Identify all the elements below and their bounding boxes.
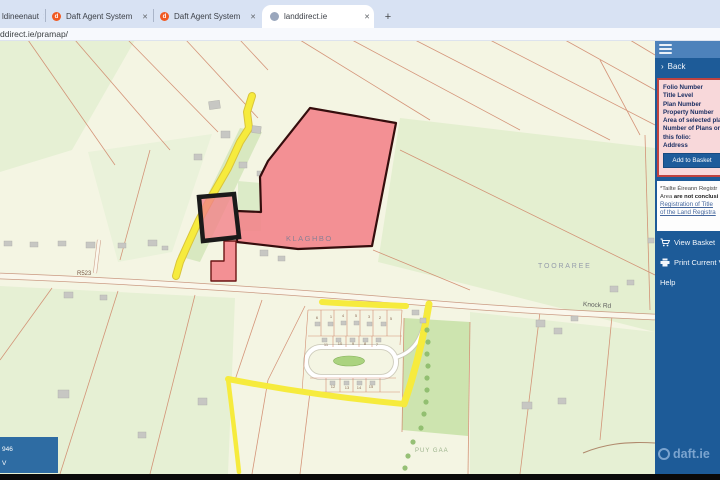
tab-2[interactable]: d Daft Agent System ✕ — [47, 5, 152, 28]
view-basket-button[interactable]: View Basket — [655, 234, 720, 250]
daft-watermark: daft.ie — [658, 447, 710, 461]
print-view-button[interactable]: Print Current Vie — [655, 254, 720, 270]
tab-3[interactable]: d Daft Agent System ✕ — [155, 5, 260, 28]
tab-4-label: landdirect.ie — [284, 12, 327, 21]
help-label: Help — [660, 278, 675, 287]
bottom-black-bar — [0, 474, 720, 480]
map-canvas[interactable]: R523 Knock Rd KLAGHBO TOORAREE PUY GAA 6… — [0, 0, 655, 480]
landdirect-favicon — [270, 12, 279, 21]
route-label: R523 — [77, 271, 92, 277]
cart-icon — [660, 238, 670, 247]
folio-details-panel: Folio Number Title Level Plan Number Pro… — [657, 78, 720, 177]
view-basket-label: View Basket — [674, 238, 715, 247]
chevron-right-icon: › — [661, 62, 664, 71]
tab-1-label: ldineenaut — [2, 12, 39, 21]
area-label: PUY GAA — [415, 448, 449, 454]
map-viewport[interactable]: R523 Knock Rd KLAGHBO TOORAREE PUY GAA 6… — [0, 0, 655, 480]
daft-favicon: d — [160, 12, 169, 21]
tab-strip: ldineenaut ✕ d Daft Agent System ✕ d Daf… — [0, 0, 720, 28]
tab-4-close-icon[interactable]: ✕ — [360, 13, 374, 21]
field-title-level: Title Level — [663, 92, 720, 100]
field-number-of-plans: Number of Plans on — [663, 125, 720, 133]
field-area: Area of selected plans — [663, 117, 720, 125]
back-button[interactable]: › Back — [655, 58, 720, 75]
tab-2-close-icon[interactable]: ✕ — [138, 13, 152, 21]
svg-text:12: 12 — [331, 384, 336, 389]
print-view-label: Print Current Vie — [674, 258, 720, 267]
field-plan-number: Plan Number — [663, 101, 720, 109]
svg-text:13: 13 — [345, 385, 350, 390]
field-address: Address — [663, 142, 720, 150]
tab-2-label: Daft Agent System — [66, 12, 132, 21]
townland-label-a: KLAGHBO — [286, 234, 333, 243]
registration-link-2[interactable]: of the Land Registra — [660, 209, 720, 217]
townland-label-b: TOORAREE — [538, 263, 592, 270]
url-text: ddirect.ie/pramap/ — [0, 29, 68, 39]
selected-folio-parcel[interactable] — [199, 194, 239, 241]
field-folio-number: Folio Number — [663, 84, 720, 92]
printer-icon — [660, 258, 670, 267]
folio-popup[interactable]: 946 V — [0, 437, 58, 473]
field-number-of-plans-2: this folio: — [663, 134, 720, 142]
address-bar[interactable]: ddirect.ie/pramap/ — [0, 28, 720, 41]
folio-popup-line1: 946 — [2, 443, 58, 457]
svg-text:10: 10 — [338, 341, 343, 346]
landdirect-sidebar: › Back Folio Number Title Level Plan Num… — [655, 41, 720, 474]
daft-logo-icon — [658, 448, 670, 460]
browser-window: R523 Knock Rd KLAGHBO TOORAREE PUY GAA 6… — [0, 0, 720, 480]
tab-4-active[interactable]: landdirect.ie ✕ — [262, 5, 374, 28]
folio-popup-line2: V — [2, 457, 58, 471]
back-label: Back — [668, 62, 686, 71]
menu-icon[interactable] — [659, 44, 673, 55]
add-to-basket-button[interactable]: Add to Basket — [663, 153, 720, 168]
field-property-number: Property Number — [663, 109, 720, 117]
tab-3-close-icon[interactable]: ✕ — [246, 13, 260, 21]
registry-notice-card: *Tailte Éireann Registr Area are not con… — [657, 181, 720, 231]
notice-line1: *Tailte Éireann Registr — [660, 185, 720, 193]
tab-1[interactable]: ldineenaut ✕ — [0, 5, 44, 28]
tab-1-close-icon[interactable]: ✕ — [39, 13, 44, 21]
sidebar-header-strip — [655, 41, 720, 58]
registration-link[interactable]: Registration of Title — [660, 201, 720, 209]
daft-watermark-label: daft.ie — [673, 447, 710, 461]
help-link[interactable]: Help — [655, 274, 720, 290]
daft-favicon: d — [52, 12, 61, 21]
new-tab-button[interactable]: + — [380, 5, 396, 28]
svg-text:14: 14 — [357, 385, 362, 390]
tab-3-label: Daft Agent System — [174, 12, 240, 21]
svg-text:15: 15 — [369, 384, 374, 389]
notice-line2: Area are not conclusi — [660, 193, 720, 201]
